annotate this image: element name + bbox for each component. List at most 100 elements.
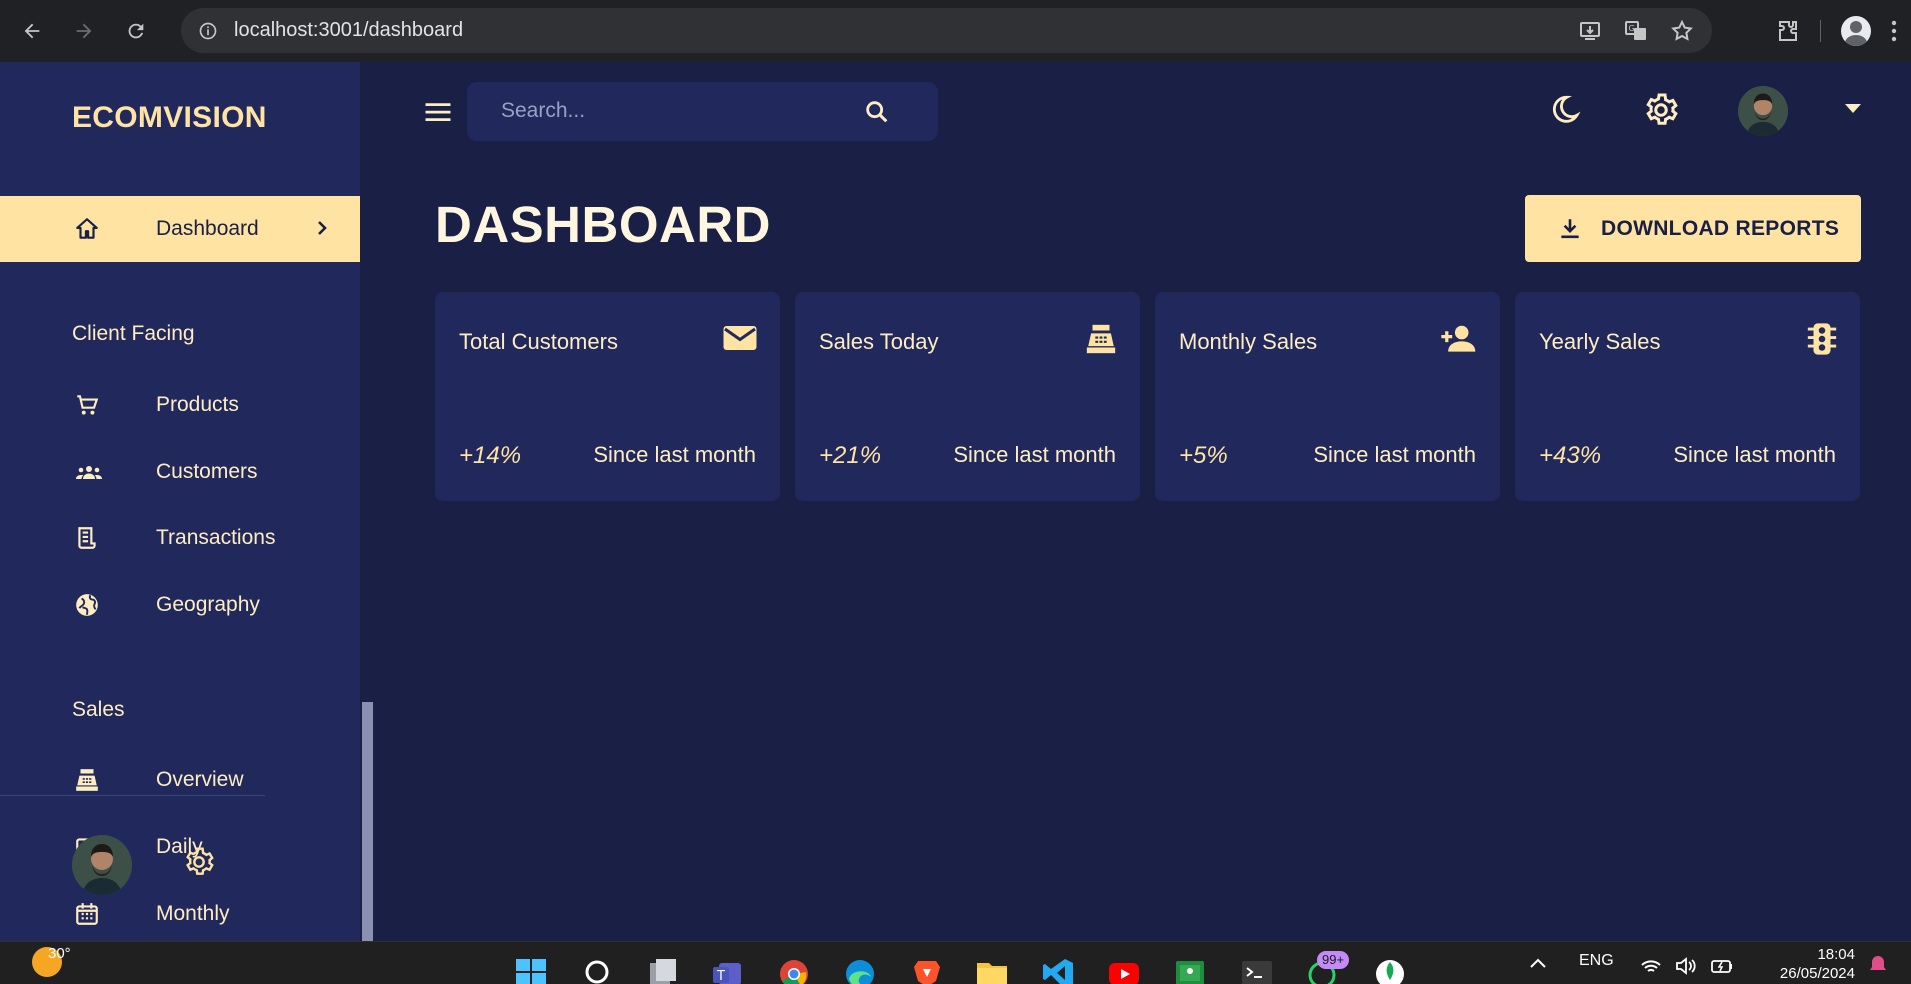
address-bar[interactable]: localhost:3001/dashboard G bbox=[181, 8, 1712, 53]
profile-dropdown-caret-icon[interactable] bbox=[1845, 104, 1861, 113]
sidebar-item-overview[interactable]: Overview bbox=[0, 755, 360, 805]
svg-text:T: T bbox=[716, 969, 725, 984]
page-title: DASHBOARD bbox=[435, 196, 771, 253]
sidebar-item-dashboard[interactable]: Dashboard bbox=[0, 196, 360, 262]
terminal-icon[interactable] bbox=[1240, 957, 1274, 984]
home-icon bbox=[76, 218, 98, 239]
shopping-cart-icon bbox=[77, 395, 99, 415]
reload-icon bbox=[128, 23, 144, 39]
toolbar-divider bbox=[1820, 20, 1821, 42]
sidebar-item-label: Overview bbox=[156, 768, 244, 791]
battery-icon[interactable] bbox=[1710, 956, 1734, 976]
search-icon[interactable] bbox=[863, 98, 891, 126]
volume-icon[interactable] bbox=[1675, 956, 1697, 976]
youtube-icon[interactable] bbox=[1107, 957, 1141, 984]
stat-description: Since last month bbox=[1673, 442, 1836, 467]
clock-date: 26/05/2024 bbox=[1779, 965, 1855, 982]
download-reports-button[interactable]: DOWNLOAD REPORTS bbox=[1525, 195, 1861, 262]
download-reports-label: DOWNLOAD REPORTS bbox=[1601, 217, 1840, 240]
tray-chevron-up-icon[interactable] bbox=[1528, 956, 1548, 970]
sidebar-item-label: Transactions bbox=[156, 526, 276, 549]
edge-icon[interactable] bbox=[843, 957, 877, 984]
sidebar-item-monthly[interactable]: Monthly bbox=[0, 889, 360, 939]
stat-title: Yearly Sales bbox=[1539, 329, 1661, 354]
sidebar-item-daily[interactable]: Daily bbox=[0, 822, 360, 872]
mongodb-icon[interactable] bbox=[1373, 957, 1407, 984]
search-icon[interactable] bbox=[580, 957, 614, 984]
stat-increase: +43% bbox=[1539, 442, 1602, 469]
teams-icon[interactable]: T bbox=[711, 957, 745, 984]
install-app-icon[interactable] bbox=[1578, 19, 1602, 43]
browser-toolbar: localhost:3001/dashboard G bbox=[0, 0, 1911, 62]
reload-button[interactable] bbox=[116, 11, 156, 51]
task-view-icon[interactable] bbox=[646, 957, 680, 984]
search-input[interactable] bbox=[501, 96, 851, 126]
file-explorer-icon[interactable] bbox=[975, 957, 1009, 984]
sidebar-item-label: Products bbox=[156, 393, 239, 416]
globe-icon bbox=[76, 594, 98, 616]
svg-text:G: G bbox=[1629, 24, 1635, 33]
stat-card-total-customers: Total Customers +14% Since last month bbox=[435, 292, 780, 501]
extensions-icon[interactable] bbox=[1776, 19, 1800, 43]
stat-increase: +21% bbox=[819, 442, 882, 469]
more-menu-icon[interactable] bbox=[1891, 20, 1897, 42]
sidebar-item-transactions[interactable]: Transactions bbox=[0, 513, 360, 563]
weather-temperature: 30° bbox=[48, 945, 71, 962]
system-clock[interactable]: 18:04 26/05/2024 bbox=[1780, 945, 1855, 983]
person-add-icon bbox=[1441, 325, 1476, 352]
sidebar-item-label: Geography bbox=[156, 593, 260, 616]
receipt-long-icon bbox=[78, 527, 96, 549]
dark-mode-moon-icon[interactable] bbox=[1547, 92, 1581, 128]
chevron-right-icon bbox=[318, 221, 327, 235]
point-of-sale-icon bbox=[76, 769, 98, 791]
stat-increase: +5% bbox=[1179, 442, 1228, 469]
language-indicator[interactable]: ENG bbox=[1579, 952, 1614, 970]
sidebar-item-label: Dashboard bbox=[156, 217, 259, 240]
sidebar-item-geography[interactable]: Geography bbox=[0, 580, 360, 630]
stat-title: Total Customers bbox=[459, 329, 618, 354]
search-bar bbox=[467, 82, 938, 141]
sidebar-item-label: Monthly bbox=[156, 902, 230, 925]
arrow-right-icon bbox=[76, 23, 92, 39]
settings-gear-icon[interactable] bbox=[183, 846, 215, 878]
settings-gear-icon[interactable] bbox=[1643, 92, 1679, 128]
section-title-sales: Sales bbox=[72, 698, 125, 721]
chrome-icon[interactable] bbox=[777, 957, 811, 984]
sidebar-scrollbar-thumb[interactable] bbox=[362, 702, 373, 941]
back-button[interactable] bbox=[12, 11, 52, 51]
sidebar-item-label: Customers bbox=[156, 460, 258, 483]
notification-badge: 99+ bbox=[1317, 951, 1350, 969]
stat-increase: +14% bbox=[459, 442, 522, 469]
calendar-month-icon bbox=[76, 903, 98, 925]
traffic-icon bbox=[1807, 323, 1837, 355]
point-of-sale-icon bbox=[1086, 324, 1116, 354]
windows-start-icon[interactable] bbox=[514, 957, 548, 984]
notification-bell-icon[interactable] bbox=[1868, 954, 1888, 976]
url-text: localhost:3001/dashboard bbox=[234, 19, 464, 41]
brave-icon[interactable] bbox=[910, 957, 944, 984]
classroom-icon[interactable] bbox=[1173, 957, 1207, 984]
brand-logo[interactable]: ECOMVISION bbox=[72, 101, 267, 135]
user-avatar[interactable] bbox=[72, 835, 132, 895]
wifi-icon[interactable] bbox=[1640, 956, 1662, 976]
bookmark-star-icon[interactable] bbox=[1670, 19, 1694, 43]
sidebar: ECOMVISION Dashboard Client Facing Produ… bbox=[0, 62, 375, 941]
sidebar-item-products[interactable]: Products bbox=[0, 380, 360, 430]
stat-title: Monthly Sales bbox=[1179, 329, 1318, 354]
site-info-icon[interactable] bbox=[197, 20, 219, 42]
email-icon bbox=[723, 326, 757, 350]
menu-hamburger-icon[interactable] bbox=[423, 99, 453, 125]
sidebar-item-customers[interactable]: Customers bbox=[0, 447, 360, 497]
browser-profile-icon[interactable] bbox=[1841, 16, 1871, 46]
profile-avatar[interactable] bbox=[1738, 86, 1788, 136]
clock-time: 18:04 bbox=[1817, 946, 1855, 963]
stat-card-sales-today: Sales Today +21% Since last month bbox=[795, 292, 1140, 501]
vscode-icon[interactable] bbox=[1041, 957, 1075, 984]
forward-button[interactable] bbox=[64, 11, 104, 51]
translate-icon[interactable]: G bbox=[1624, 19, 1648, 43]
stat-card-monthly-sales: Monthly Sales +5% Since last month bbox=[1155, 292, 1500, 501]
section-title-client-facing: Client Facing bbox=[72, 322, 195, 345]
groups-icon bbox=[76, 466, 102, 479]
stat-title: Sales Today bbox=[819, 329, 939, 354]
sidebar-divider bbox=[0, 795, 265, 796]
